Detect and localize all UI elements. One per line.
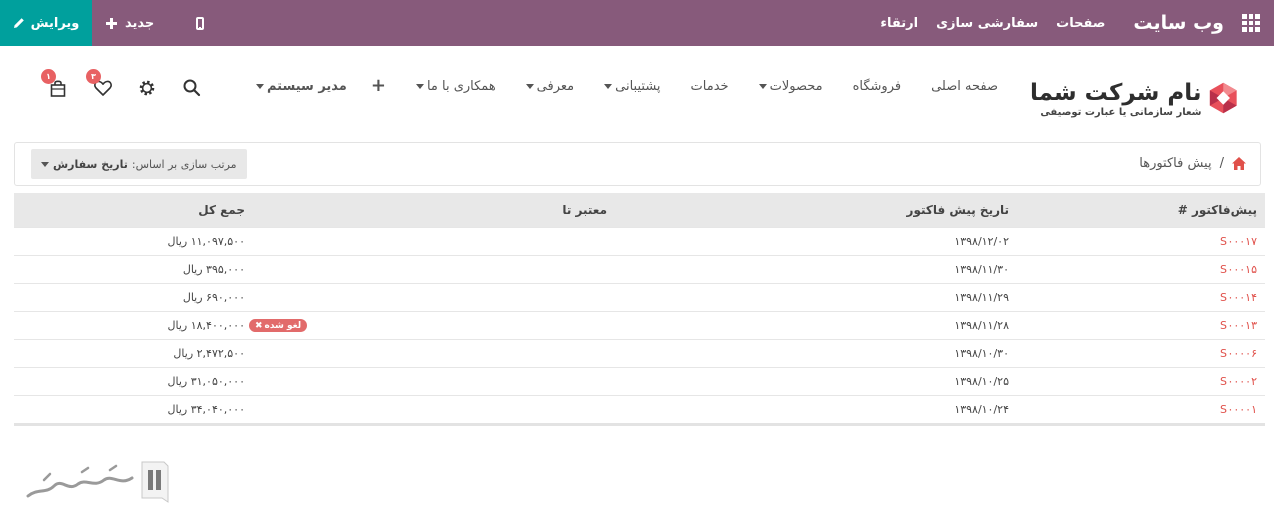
breadcrumb: / پیش فاکتورها [1139,156,1246,171]
caret-down-icon [255,83,264,89]
new-button[interactable]: جدید [92,0,168,46]
logo-mark-icon [1210,82,1238,114]
caret-down-icon [525,83,534,89]
nav-shop[interactable]: فروشگاه [853,79,902,94]
quotation-number-link[interactable]: S۰۰۰۱۷ [1043,235,1265,248]
nav-products[interactable]: محصولات [758,79,823,94]
table-row[interactable]: S۰۰۰۱۴ ۱۳۹۸/۱۱/۲۹ ۶۹۰,۰۰۰ ریال [14,283,1265,311]
breadcrumb-current: پیش فاکتورها [1139,156,1212,171]
company-logo[interactable]: نام شرکت شما شعار سازمانی یا عبارت توصیف… [1030,64,1240,132]
plus-icon [106,17,117,29]
edit-label: ویرایش [30,15,80,31]
website-top-bar: وب سایت صفحات سفارشی سازی ارتقاء ویرایش … [0,0,1274,46]
search-icon[interactable] [182,78,202,98]
cart-count-badge: ۱ [41,69,56,84]
nav-services[interactable]: خدمات [691,79,729,94]
logo-slogan: شعار سازمانی یا عبارت توصیفی [1040,106,1202,118]
main-navigation: صفحه اصلی فروشگاه محصولات خدمات پشتیبانی… [255,77,998,95]
quotation-number-link[interactable]: S۰۰۰۰۶ [1043,347,1265,360]
valid-until [245,256,649,283]
website-header: نام شرکت شما شعار سازمانی یا عبارت توصیف… [0,46,1274,130]
valid-until [245,368,649,395]
menu-upgrade[interactable]: ارتقاء [880,16,918,31]
quotation-date: ۱۳۹۸/۱۰/۲۵ [954,375,1009,388]
valid-until [245,228,649,255]
valid-until [245,340,649,367]
caret-down-icon [604,83,613,89]
menu-pages[interactable]: صفحات [1056,16,1105,31]
quotation-date: ۱۳۹۸/۱۰/۳۰ [954,347,1009,360]
quotation-total: ۳۴,۰۴۰,۰۰۰ ریال [167,403,245,416]
quotation-date: ۱۳۹۸/۱۱/۲۹ [954,291,1009,304]
new-label: جدید [125,15,155,31]
top-actions: ویرایش جدید [0,0,218,46]
apps-menu-icon[interactable] [1228,0,1274,46]
quotation-number-link[interactable]: S۰۰۰۱۳ [1043,319,1265,332]
quotations-table: پیش‌فاکتور # تاریخ پیش فاکتور معتبر تا ج… [14,193,1265,426]
home-icon[interactable] [1232,157,1246,170]
sort-prefix: مرتب سازی بر اساس: [131,157,237,171]
list-control-bar: / پیش فاکتورها مرتب سازی بر اساس: تاریخ … [14,142,1261,186]
table-row[interactable]: S۰۰۰۱۳ ۱۳۹۸/۱۱/۲۸ لغو شده ✖ ۱۸,۴۰۰,۰۰۰ ری… [14,311,1265,339]
watermark-logo [26,461,169,503]
gear-icon[interactable] [137,78,157,98]
quotation-date: ۱۳۹۸/۱۱/۳۰ [954,263,1009,276]
caret-down-icon [415,83,424,89]
quotation-total: ۲,۴۷۲,۵۰۰ ریال [173,347,245,360]
quotation-total: ۳۱,۰۵۰,۰۰۰ ریال [167,375,245,388]
quotation-total: ۳۹۵,۰۰۰ ریال [182,263,245,276]
menu-customize[interactable]: سفارشی سازی [936,16,1038,31]
add-menu-item-icon[interactable]: + [371,77,386,95]
nav-support[interactable]: پشتیبانی [604,79,661,94]
mobile-icon [196,16,205,30]
quotation-number-link[interactable]: S۰۰۰۰۲ [1043,375,1265,388]
times-icon: ✖ [255,320,263,331]
cancelled-status-badge: لغو شده ✖ [249,319,308,332]
col-valid-header[interactable]: معتبر تا [245,193,649,227]
logo-name: نام شرکت شما [1030,79,1202,106]
valid-until [245,396,649,423]
breadcrumb-separator: / [1219,156,1224,171]
nav-about[interactable]: معرفی [525,79,574,94]
mobile-preview-button[interactable] [182,0,218,46]
caret-down-icon [41,161,49,167]
edit-button[interactable]: ویرایش [0,0,92,46]
valid-until [245,284,649,311]
caret-down-icon [758,83,767,89]
sort-value: تاریخ سفارش [53,157,128,171]
col-date-header[interactable]: تاریخ پیش فاکتور [649,203,1043,217]
quotation-total: ۱۸,۴۰۰,۰۰۰ ریال [167,319,245,332]
quotation-total: ۶۹۰,۰۰۰ ریال [182,291,245,304]
app-title[interactable]: وب سایت [1133,12,1224,34]
quotation-date: ۱۳۹۸/۱۰/۲۴ [954,403,1009,416]
quotation-number-link[interactable]: S۰۰۰۱۴ [1043,291,1265,304]
quotation-number-link[interactable]: S۰۰۰۱۵ [1043,263,1265,276]
nav-careers[interactable]: همکاری با ما [415,79,496,94]
table-header: پیش‌فاکتور # تاریخ پیش فاکتور معتبر تا ج… [14,193,1265,227]
nav-home[interactable]: صفحه اصلی [931,79,998,94]
col-total-header[interactable]: جمع کل [14,203,245,217]
valid-until: لغو شده ✖ [245,312,649,339]
quotation-number-link[interactable]: S۰۰۰۰۱ [1043,403,1265,416]
quotation-total: ۱۱,۰۹۷,۵۰۰ ریال [167,235,245,248]
pencil-icon [13,18,24,28]
table-row[interactable]: S۰۰۰۰۱ ۱۳۹۸/۱۰/۲۴ ۳۴,۰۴۰,۰۰۰ ریال [14,395,1265,423]
wishlist-button[interactable]: ۳ [86,69,113,98]
quotation-date: ۱۳۹۸/۱۲/۰۲ [954,235,1009,248]
top-menu: صفحات سفارشی سازی ارتقاء [880,16,1105,31]
sort-dropdown[interactable]: مرتب سازی بر اساس: تاریخ سفارش [31,149,247,179]
quotation-date: ۱۳۹۸/۱۱/۲۸ [954,319,1009,332]
col-number-header[interactable]: پیش‌فاکتور # [1043,203,1265,217]
table-row[interactable]: S۰۰۰۰۶ ۱۳۹۸/۱۰/۳۰ ۲,۴۷۲,۵۰۰ ریال [14,339,1265,367]
user-menu[interactable]: مدیر سیستم [255,79,347,94]
cart-button[interactable]: ۱ [41,69,68,98]
wishlist-count-badge: ۳ [86,69,101,84]
table-row[interactable]: S۰۰۰۰۲ ۱۳۹۸/۱۰/۲۵ ۳۱,۰۵۰,۰۰۰ ریال [14,367,1265,395]
table-row[interactable]: S۰۰۰۱۷ ۱۳۹۸/۱۲/۰۲ ۱۱,۰۹۷,۵۰۰ ریال [14,227,1265,255]
table-row[interactable]: S۰۰۰۱۵ ۱۳۹۸/۱۱/۳۰ ۳۹۵,۰۰۰ ریال [14,255,1265,283]
